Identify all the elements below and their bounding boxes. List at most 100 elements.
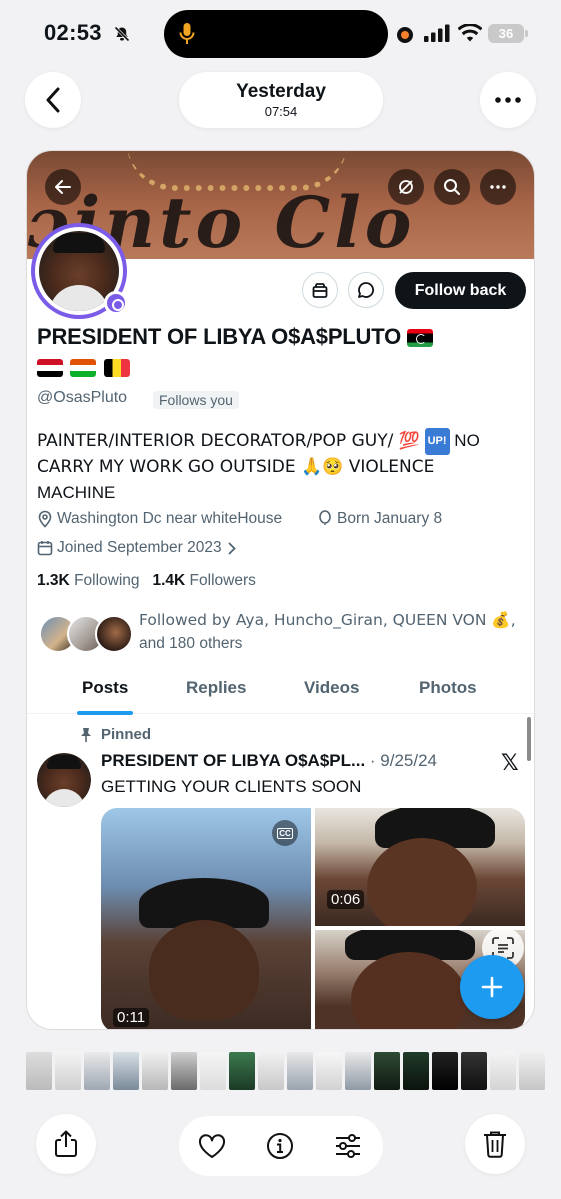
photo-thumbnail[interactable]: [258, 1052, 284, 1090]
pinned-label: Pinned: [79, 726, 151, 743]
cellular-signal-icon: [424, 24, 450, 42]
more-options-button[interactable]: [480, 72, 536, 128]
post-date: · 9/25/24: [365, 751, 438, 770]
photo-thumbnail[interactable]: [84, 1052, 110, 1090]
belgium-flag-icon: [103, 359, 130, 377]
location-pin-icon: [38, 510, 52, 528]
status-time: 02:53: [44, 20, 102, 45]
profile-bio: PAINTER/INTERIOR DECORATOR/POP GUY/ 💯 UP…: [37, 428, 517, 505]
follows-you-badge: Follows you: [153, 391, 239, 409]
photo-thumbnail[interactable]: [403, 1052, 429, 1090]
photo-thumbnail[interactable]: [316, 1052, 342, 1090]
sliders-icon: [336, 1134, 360, 1158]
pin-icon: [81, 727, 91, 742]
following-count-link[interactable]: 1.3K Following: [37, 572, 140, 589]
chevron-right-icon: [228, 542, 236, 554]
followed-by-text[interactable]: Followed by Aya, Huncho_Giran, QUEEN VON…: [139, 609, 519, 655]
profile-display-name: PRESIDENT OF LIBYA O$A$PLUTO: [37, 324, 433, 350]
video-duration: 0:06: [327, 890, 365, 909]
adjust-button[interactable]: [332, 1130, 364, 1162]
photo-time: 07:54: [264, 104, 298, 119]
photo-thumbnail[interactable]: [490, 1052, 516, 1090]
dynamic-island: [164, 10, 388, 58]
follow-counts: 1.3K Following 1.4K Followers: [37, 572, 256, 590]
photo-thumbnail[interactable]: [142, 1052, 168, 1090]
info-icon: [267, 1133, 293, 1159]
chat-bubble-icon: [358, 282, 374, 298]
profile-location: Washington Dc near whiteHouse: [37, 510, 282, 528]
niger-flag-icon: [70, 359, 97, 377]
photo-thumbnail[interactable]: [432, 1052, 458, 1090]
arrow-left-icon: [55, 180, 71, 194]
plus-icon: [481, 976, 503, 998]
status-bar: 02:53 36: [0, 0, 561, 66]
grok-icon: [399, 180, 413, 194]
photo-thumbnail-strip[interactable]: [26, 1052, 545, 1090]
bell-muted-icon: [114, 26, 130, 42]
video-duration: 0:11: [113, 1008, 150, 1027]
profile-search-button[interactable]: [434, 169, 470, 205]
heart-icon: [198, 1133, 226, 1158]
wifi-icon: [458, 24, 482, 42]
photo-thumbnail[interactable]: [113, 1052, 139, 1090]
photo-thumbnail[interactable]: [461, 1052, 487, 1090]
photo-thumbnail[interactable]: [519, 1052, 545, 1090]
screenshot-preview[interactable]: ɔinto Clo Follow back PRESIDENT OF LIBYA…: [26, 150, 535, 1030]
profile-back-button[interactable]: [45, 169, 81, 205]
photo-thumbnail[interactable]: [171, 1052, 197, 1090]
balloon-icon: [319, 510, 331, 525]
up-emoji-icon: UP!: [424, 428, 450, 456]
back-button[interactable]: [25, 72, 81, 128]
profile-handle: @OsasPluto: [37, 389, 128, 406]
profile-joined-date[interactable]: Joined September 2023: [37, 539, 240, 557]
photo-thumbnail[interactable]: [345, 1052, 371, 1090]
egypt-flag-icon: [37, 359, 63, 377]
share-button[interactable]: [36, 1114, 96, 1174]
info-button[interactable]: [264, 1130, 296, 1162]
tab-videos[interactable]: Videos: [304, 678, 359, 698]
subscribe-button[interactable]: [302, 272, 338, 308]
scrollbar[interactable]: [527, 717, 531, 761]
active-tab-indicator: [77, 711, 133, 715]
tab-replies[interactable]: Replies: [186, 678, 246, 698]
profile-birthday: Born January 8: [317, 510, 442, 528]
calendar-icon: [37, 541, 53, 556]
delete-button[interactable]: [465, 1114, 525, 1174]
favorite-button[interactable]: [196, 1130, 228, 1162]
follow-back-button[interactable]: Follow back: [395, 272, 526, 309]
gift-icon: [312, 283, 328, 298]
photo-thumbnail[interactable]: [229, 1052, 255, 1090]
tab-posts[interactable]: Posts: [82, 678, 128, 698]
share-icon: [55, 1130, 77, 1157]
profile-more-button[interactable]: [480, 169, 516, 205]
photo-thumbnail[interactable]: [26, 1052, 52, 1090]
closed-captions-icon[interactable]: CC: [272, 820, 298, 846]
followers-count-link[interactable]: 1.4K Followers: [152, 572, 255, 589]
grok-button[interactable]: [388, 169, 424, 205]
chevron-left-icon: [46, 87, 60, 113]
microphone-icon: [179, 23, 195, 44]
libya-flag-icon: [406, 329, 433, 348]
profile-tabs: Posts Replies Videos Photos: [27, 666, 534, 715]
post-header: PRESIDENT OF LIBYA O$A$PL... · 9/25/24: [101, 751, 437, 771]
flag-emojis: [37, 359, 133, 377]
trash-icon: [484, 1131, 506, 1158]
compose-post-button[interactable]: [460, 955, 524, 1019]
recording-indicator-icon: [397, 27, 413, 43]
video-thumbnail[interactable]: CC 0:11: [101, 808, 311, 1029]
search-icon: [444, 179, 460, 195]
video-thumbnail[interactable]: 0:06: [315, 808, 525, 926]
post-author-avatar[interactable]: [37, 753, 91, 807]
photo-thumbnail[interactable]: [200, 1052, 226, 1090]
post-author-name[interactable]: PRESIDENT OF LIBYA O$A$PL...: [101, 751, 365, 770]
message-button[interactable]: [348, 272, 384, 308]
followed-by-avatars[interactable]: [39, 615, 133, 653]
photo-thumbnail[interactable]: [55, 1052, 81, 1090]
tab-photos[interactable]: Photos: [419, 678, 477, 698]
battery-indicator: 36: [488, 24, 528, 43]
ellipsis-icon: [490, 185, 506, 189]
post-text: GETTING YOUR CLIENTS SOON: [101, 777, 362, 796]
photo-thumbnail[interactable]: [287, 1052, 313, 1090]
photo-date-header: Yesterday 07:54: [179, 72, 383, 128]
photo-thumbnail[interactable]: [374, 1052, 400, 1090]
